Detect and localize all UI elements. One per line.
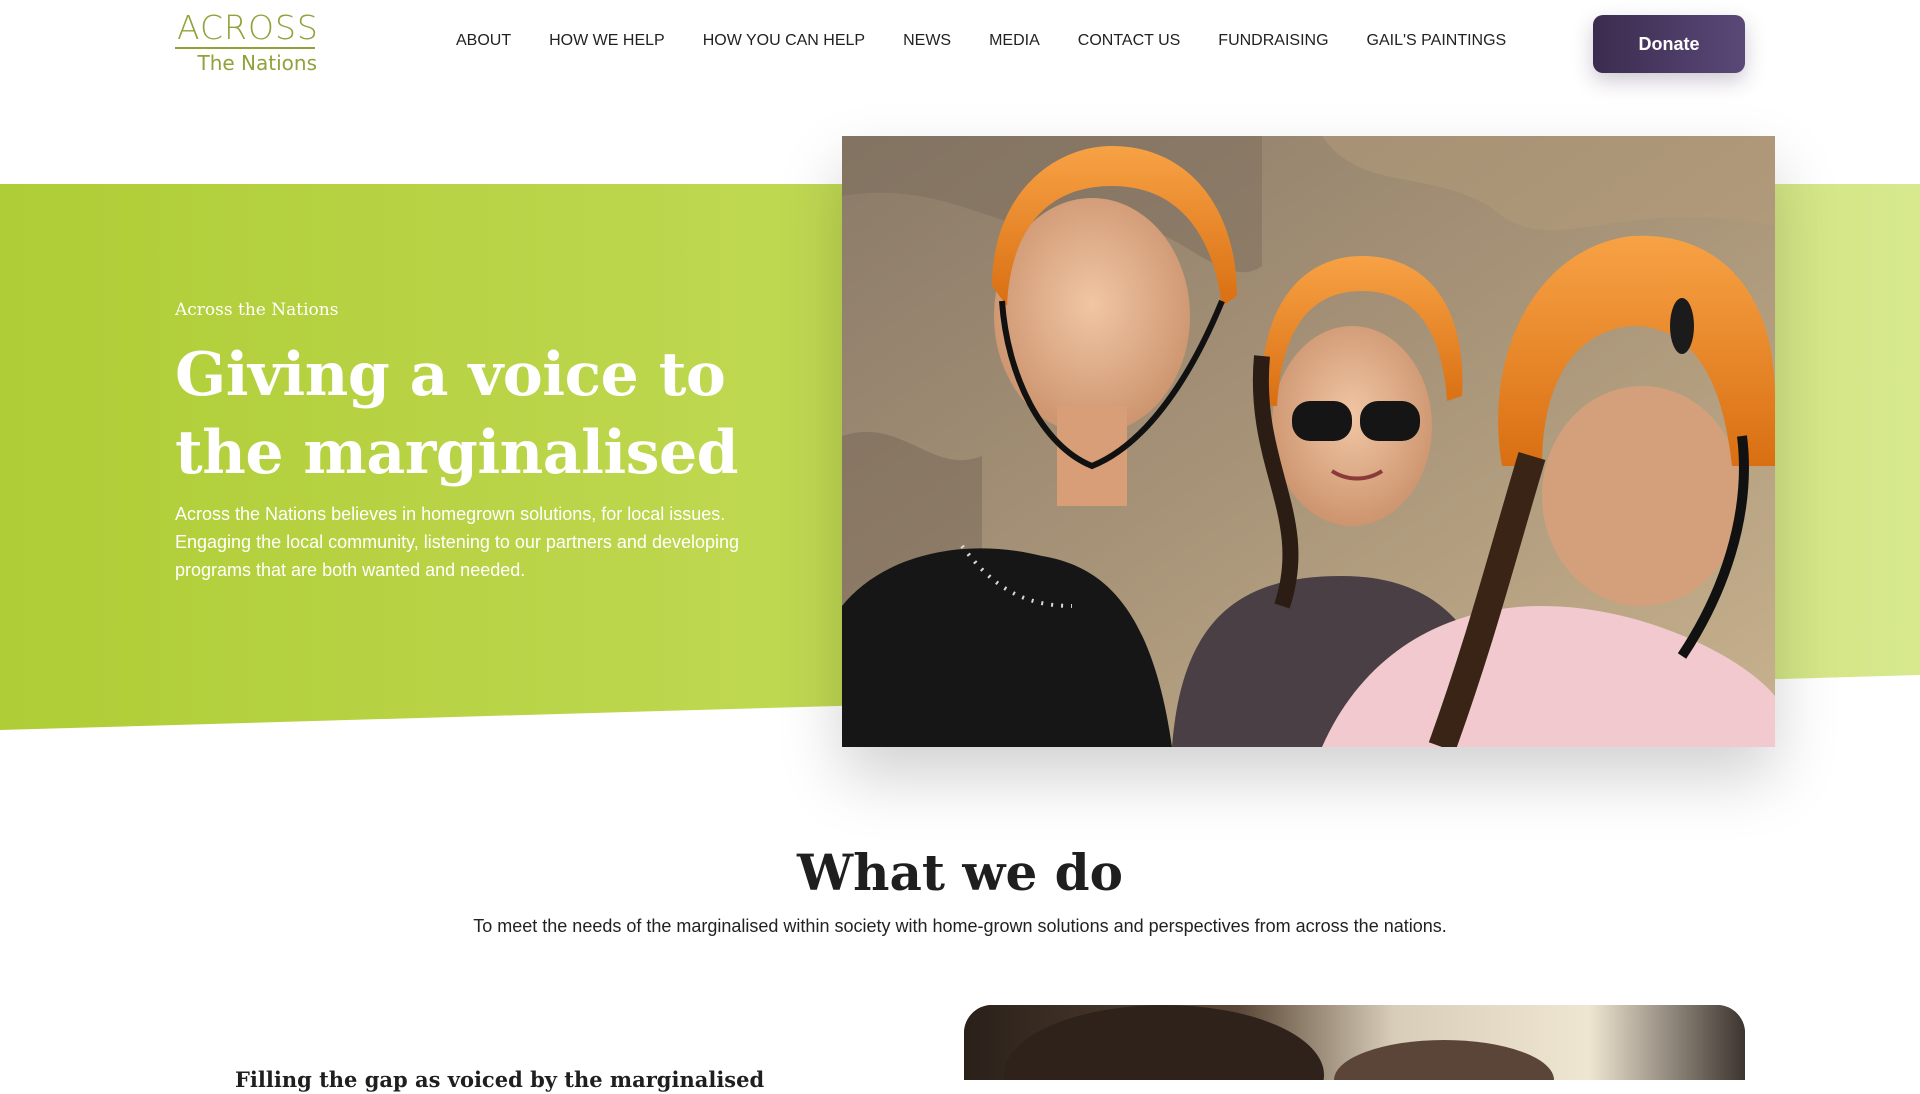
nav-item-how-we-help[interactable]: HOW WE HELP (549, 28, 665, 54)
what-we-do-title: What we do (797, 843, 1123, 902)
site-header: ACROSS The Nations ABOUT HOW WE HELP HOW… (0, 0, 1920, 96)
logo-divider (175, 47, 315, 49)
what-we-do-subtitle: To meet the needs of the marginalised wi… (473, 916, 1447, 936)
logo[interactable]: ACROSS The Nations (175, 8, 319, 76)
hero-photo-illustration (842, 136, 1775, 747)
donate-button[interactable]: Donate (1593, 15, 1745, 73)
nav-item-news[interactable]: NEWS (903, 28, 951, 54)
nav-item-how-you-can-help[interactable]: HOW YOU CAN HELP (703, 28, 865, 54)
main-nav: ABOUT HOW WE HELP HOW YOU CAN HELP NEWS … (456, 28, 1506, 54)
nav-item-contact-us[interactable]: CONTACT US (1078, 28, 1181, 54)
hero-eyebrow: Across the Nations (175, 300, 339, 320)
logo-bottom-text: The Nations (197, 51, 317, 75)
hero-title: Giving a voice to the marginalised (175, 340, 739, 488)
feature-photo (964, 1005, 1745, 1080)
nav-item-gails-paintings[interactable]: GAIL'S PAINTINGS (1367, 28, 1507, 54)
feature-title: Filling the gap as voiced by the margina… (235, 1067, 765, 1092)
nav-item-about[interactable]: ABOUT (456, 28, 511, 54)
feature-photo-illustration (964, 1005, 1745, 1080)
hero-description: Across the Nations believes in homegrown… (175, 504, 740, 580)
nav-item-fundraising[interactable]: FUNDRAISING (1218, 28, 1328, 54)
nav-item-media[interactable]: MEDIA (989, 28, 1040, 54)
hero-photo (842, 136, 1775, 747)
hero-text: Across the Nations Giving a voice to the… (175, 300, 815, 584)
logo-top-text: ACROSS (177, 8, 319, 47)
